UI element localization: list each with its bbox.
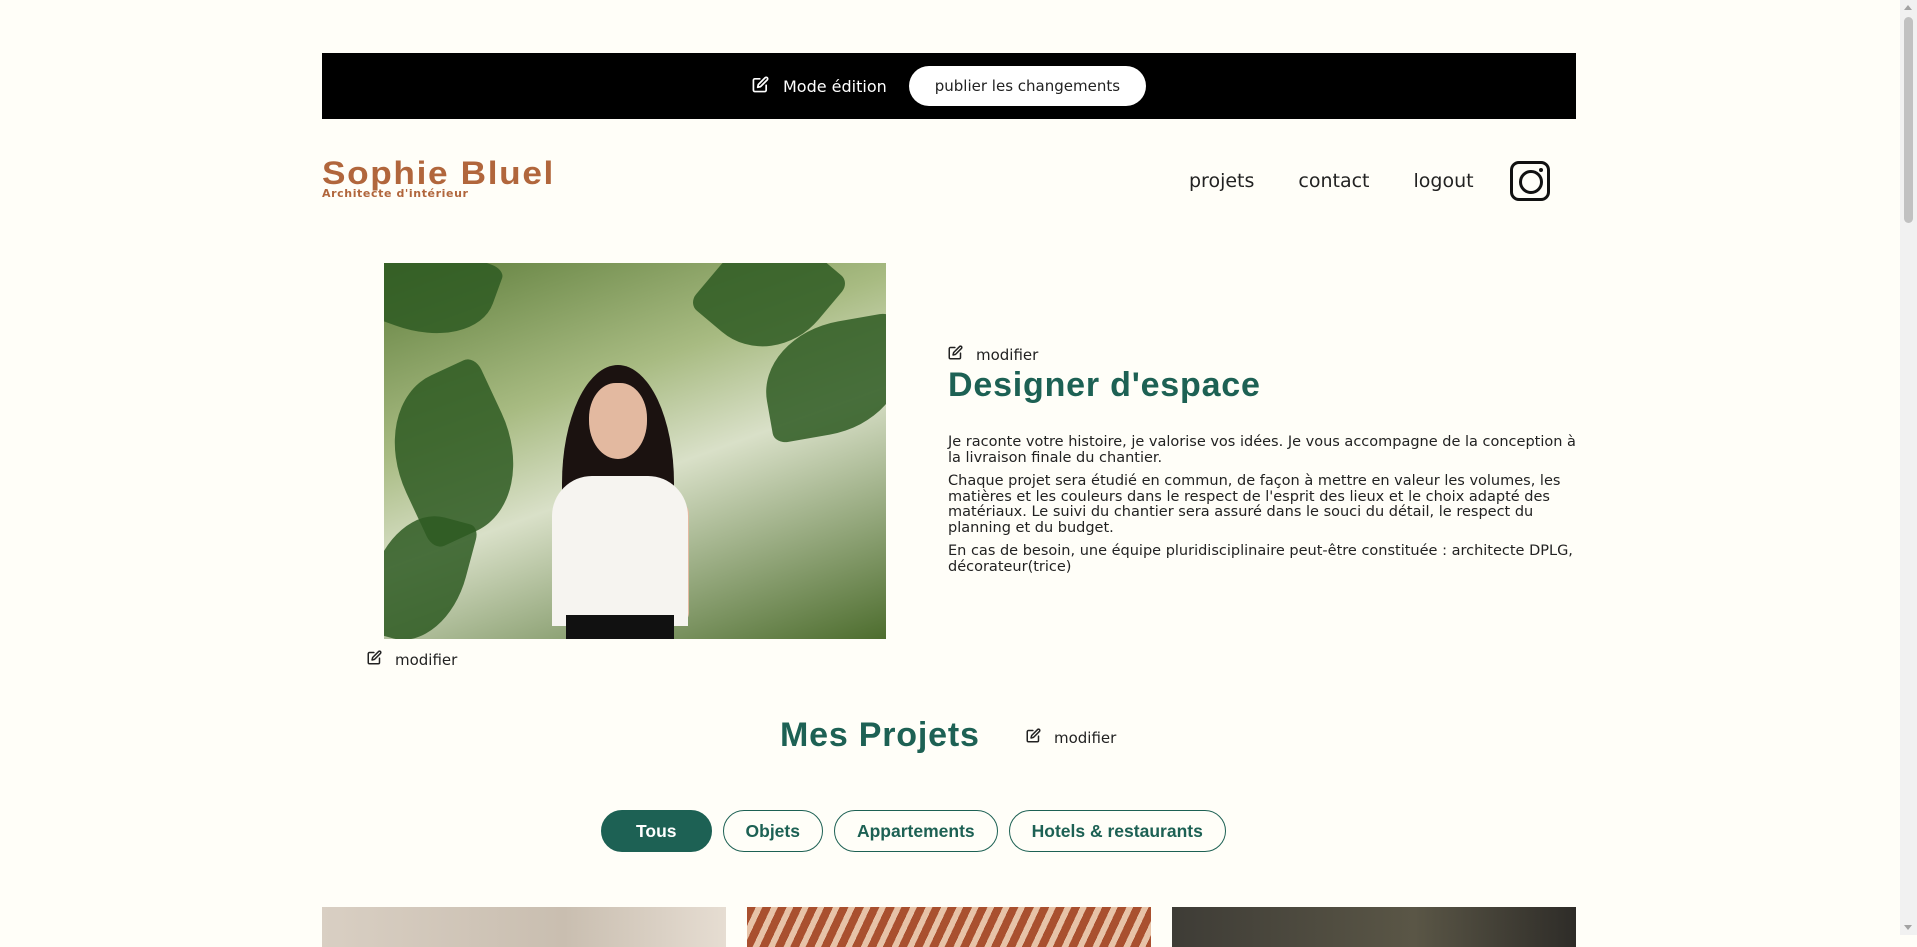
filter-tous[interactable]: Tous: [601, 810, 712, 852]
instagram-icon[interactable]: [1510, 161, 1550, 201]
project-image[interactable]: [322, 907, 726, 947]
edit-icon: [367, 650, 382, 669]
scroll-up-icon[interactable]: [1904, 5, 1912, 10]
edit-icon: [948, 345, 963, 364]
page-scrollbar[interactable]: [1900, 0, 1917, 935]
nav-item-logout[interactable]: logout: [1414, 170, 1474, 192]
modify-photo-label: modifier: [395, 650, 458, 669]
intro-paragraph: Je raconte votre histoire, je valorise v…: [948, 434, 1576, 466]
projects-title: Mes Projets: [780, 716, 980, 754]
edit-mode-indicator: Mode édition: [752, 76, 887, 97]
modify-projects-label: modifier: [1054, 728, 1117, 747]
filter-hotels-restaurants[interactable]: Hotels & restaurants: [1008, 810, 1226, 852]
edit-mode-banner: Mode édition publier les changements: [322, 53, 1576, 119]
edit-icon: [1026, 728, 1041, 747]
scrollbar-thumb[interactable]: [1904, 17, 1913, 223]
intro-paragraph: Chaque projet sera étudié en commun, de …: [948, 473, 1561, 536]
modify-projects-button[interactable]: modifier: [1026, 728, 1116, 747]
intro-title: Designer d'espace: [948, 366, 1261, 404]
page: Mode édition publier les changements Sop…: [322, 0, 1576, 947]
intro-text: Je raconte votre histoire, je valorise v…: [948, 434, 1576, 583]
nav-item-contact[interactable]: contact: [1298, 170, 1369, 192]
project-image[interactable]: [1172, 907, 1576, 947]
publish-changes-button[interactable]: publier les changements: [908, 66, 1147, 106]
site-logo[interactable]: Sophie Bluel Architecte d'intérieur: [322, 155, 553, 200]
project-filters: Tous Objets Appartements Hotels & restau…: [601, 810, 1226, 852]
project-image[interactable]: [747, 907, 1151, 947]
modify-intro-label: modifier: [976, 345, 1039, 364]
architect-photo: [384, 263, 886, 639]
filter-objets[interactable]: Objets: [722, 810, 823, 852]
filter-appartements[interactable]: Appartements: [833, 810, 998, 852]
modify-photo-button[interactable]: modifier: [367, 650, 457, 669]
edit-icon: [752, 76, 769, 97]
project-gallery: [322, 907, 1576, 947]
main-nav: projets contact logout: [1189, 170, 1474, 192]
scroll-down-icon[interactable]: [1904, 925, 1912, 930]
modify-intro-button[interactable]: modifier: [948, 345, 1038, 364]
nav-item-projets[interactable]: projets: [1189, 170, 1254, 192]
logo-title: Sophie Bluel: [322, 155, 555, 191]
intro-paragraph: En cas de besoin, une équipe pluridiscip…: [948, 543, 1573, 575]
edit-mode-label: Mode édition: [782, 76, 887, 96]
